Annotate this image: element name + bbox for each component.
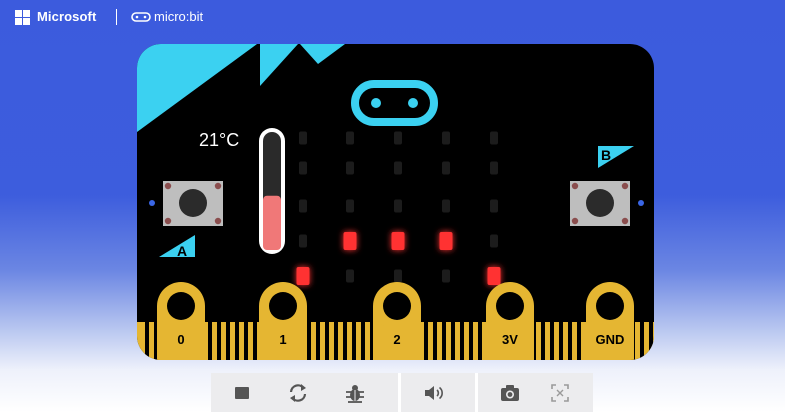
led-off xyxy=(442,199,450,213)
led-on xyxy=(296,267,310,285)
microbit-board: 21°C A B 0 1 2 3V GND xyxy=(137,44,654,360)
led-off xyxy=(299,161,307,175)
screenshot-icon xyxy=(501,384,519,401)
led-off xyxy=(490,161,498,175)
small-pin xyxy=(541,322,545,360)
small-pin xyxy=(451,322,455,360)
mute-button[interactable] xyxy=(410,373,458,412)
stop-button[interactable] xyxy=(218,373,266,412)
small-pin xyxy=(208,322,212,360)
fullscreen-button[interactable] xyxy=(536,373,584,412)
small-pin xyxy=(325,322,329,360)
small-pin xyxy=(343,322,347,360)
small-pin xyxy=(352,322,356,360)
small-pin xyxy=(217,322,221,360)
button-b-label: B xyxy=(601,147,611,163)
simulator-toolbar xyxy=(211,373,593,412)
pin-1[interactable] xyxy=(259,282,307,360)
pin-0[interactable] xyxy=(157,282,205,360)
led-off xyxy=(490,131,498,145)
small-pin xyxy=(469,322,473,360)
thermometer-fill xyxy=(263,195,281,250)
small-pin xyxy=(442,322,446,360)
pin-label: GND xyxy=(596,332,625,347)
small-pin xyxy=(361,322,365,360)
small-pin xyxy=(559,322,563,360)
screenshot-button[interactable] xyxy=(486,373,534,412)
led-off xyxy=(394,131,402,145)
button-b[interactable] xyxy=(570,181,630,226)
led-off xyxy=(442,269,450,283)
led-off xyxy=(299,234,307,248)
led-on xyxy=(487,267,501,285)
pin-label: 0 xyxy=(177,332,184,347)
small-pin xyxy=(478,322,482,360)
button-a[interactable] xyxy=(163,181,223,226)
small-pin xyxy=(550,322,554,360)
small-pin xyxy=(307,322,311,360)
led-off xyxy=(442,161,450,175)
toolbar-separator xyxy=(475,373,478,412)
edge-hole-left xyxy=(149,200,155,206)
led-off xyxy=(346,269,354,283)
led-on xyxy=(343,232,357,250)
led-off xyxy=(394,199,402,213)
sound-icon xyxy=(425,385,443,400)
debug-button[interactable] xyxy=(331,373,379,412)
small-pin xyxy=(424,322,428,360)
led-off xyxy=(394,161,402,175)
led-off xyxy=(346,131,354,145)
temperature-label: 21°C xyxy=(199,130,239,150)
pin-gnd[interactable] xyxy=(586,282,634,360)
small-pin xyxy=(226,322,230,360)
led-off xyxy=(346,199,354,213)
led-off xyxy=(490,234,498,248)
small-pin xyxy=(235,322,239,360)
led-off xyxy=(442,131,450,145)
small-pin xyxy=(460,322,464,360)
stop-icon xyxy=(235,386,249,399)
fullscreen-icon xyxy=(551,383,569,402)
restart-icon xyxy=(289,383,307,402)
small-pin xyxy=(577,322,581,360)
led-off xyxy=(299,131,307,145)
led-off xyxy=(394,269,402,283)
small-pin xyxy=(433,322,437,360)
led-off xyxy=(346,161,354,175)
led-off xyxy=(299,199,307,213)
small-pin xyxy=(145,322,149,360)
pin-3v[interactable] xyxy=(486,282,534,360)
small-pin xyxy=(316,322,320,360)
thermometer[interactable] xyxy=(259,128,285,254)
restart-button[interactable] xyxy=(274,373,322,412)
pin-label: 3V xyxy=(502,332,518,347)
led-on xyxy=(439,232,453,250)
pin-label: 1 xyxy=(279,332,286,347)
small-pin xyxy=(334,322,338,360)
edge-hole-right xyxy=(638,200,644,206)
small-pin xyxy=(244,322,248,360)
small-pin xyxy=(253,322,257,360)
small-pin xyxy=(640,322,644,360)
small-pin xyxy=(649,322,653,360)
button-a-label: A xyxy=(177,243,187,259)
pin-label: 2 xyxy=(393,332,400,347)
led-on xyxy=(391,232,405,250)
toolbar-separator xyxy=(398,373,401,412)
small-pin xyxy=(568,322,572,360)
pin-2[interactable] xyxy=(373,282,421,360)
led-off xyxy=(490,199,498,213)
debug-icon xyxy=(346,384,364,403)
